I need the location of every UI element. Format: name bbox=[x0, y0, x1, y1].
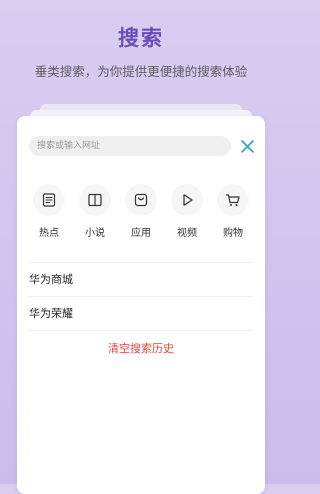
category-icon-circle bbox=[217, 184, 249, 216]
play-icon bbox=[183, 194, 193, 206]
close-button[interactable] bbox=[237, 136, 257, 156]
search-history-list: 华为商城 华为荣耀 bbox=[29, 262, 253, 331]
category-label: 购物 bbox=[223, 228, 243, 239]
book-icon bbox=[88, 193, 102, 207]
category-video[interactable]: 视频 bbox=[165, 184, 209, 239]
category-shopping[interactable]: 购物 bbox=[211, 184, 255, 239]
category-icon-circle bbox=[79, 184, 111, 216]
app-store-icon bbox=[134, 193, 148, 207]
category-label: 热点 bbox=[39, 228, 59, 239]
category-icon-circle bbox=[33, 184, 65, 216]
category-hot[interactable]: 热点 bbox=[27, 184, 71, 239]
category-icon-circle bbox=[171, 184, 203, 216]
clear-history-button[interactable]: 清空搜索历史 bbox=[17, 340, 265, 356]
history-item[interactable]: 华为商城 bbox=[29, 262, 253, 296]
cart-icon bbox=[225, 194, 240, 206]
category-apps[interactable]: 应用 bbox=[119, 184, 163, 239]
news-icon bbox=[42, 193, 56, 207]
category-icon-circle bbox=[125, 184, 157, 216]
history-item[interactable]: 华为荣耀 bbox=[29, 296, 253, 331]
category-label: 小说 bbox=[85, 228, 105, 239]
category-label: 应用 bbox=[131, 228, 151, 239]
category-label: 视频 bbox=[177, 228, 197, 239]
category-novel[interactable]: 小说 bbox=[73, 184, 117, 239]
category-shortcuts: 热点 小说 应用 视频 购物 bbox=[27, 184, 255, 239]
search-bar bbox=[29, 136, 257, 156]
page-subtitle: 垂类搜索，为你提供更便捷的搜索体验 bbox=[34, 64, 248, 79]
search-card: 热点 小说 应用 bbox=[17, 116, 265, 494]
search-input[interactable] bbox=[29, 136, 231, 156]
close-icon bbox=[240, 139, 254, 153]
page-title: 搜索 bbox=[118, 26, 164, 50]
